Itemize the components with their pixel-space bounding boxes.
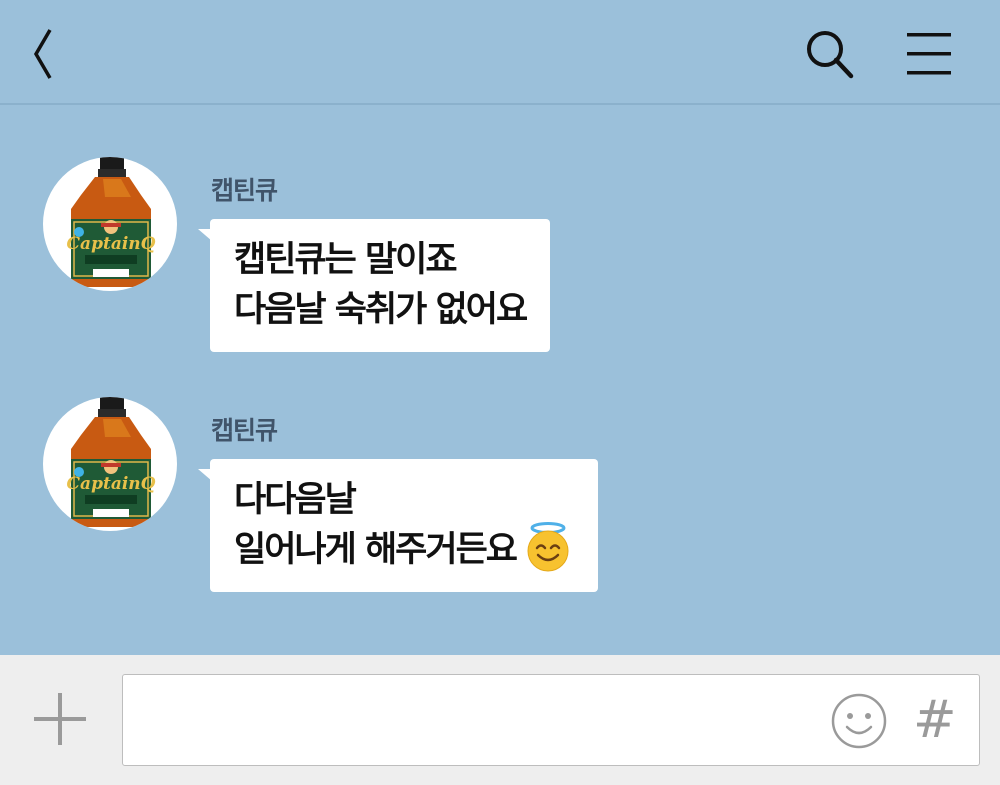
sender-name: 캡틴큐 <box>211 416 278 445</box>
captain-q-bottle-avatar: CaptainQ <box>67 157 156 287</box>
message-input-box[interactable]: # <box>122 674 980 766</box>
search-button[interactable] <box>803 27 857 81</box>
plus-icon <box>34 693 86 745</box>
smiling-face-with-halo-emoji <box>527 522 569 572</box>
captain-q-bottle-avatar: CaptainQ <box>67 397 156 527</box>
message-bubble[interactable]: 캡틴큐는 말이죠 다음날 숙취가 없어요 <box>197 219 551 352</box>
message-text-line: 캡틴큐는 말이죠 <box>234 240 458 280</box>
top-bar <box>0 0 1000 105</box>
back-button[interactable] <box>26 26 62 82</box>
hashtag-button[interactable]: # <box>913 689 957 751</box>
message-text-line: 다음날 숙취가 없어요 <box>234 290 528 330</box>
svg-text:CaptainQ: CaptainQ <box>67 234 156 254</box>
sender-avatar[interactable]: CaptainQ <box>43 397 177 531</box>
search-icon <box>807 31 854 79</box>
message-text: 일어나게 해주거든요 <box>234 530 518 570</box>
hamburger-menu-icon <box>907 33 951 75</box>
svg-text:CaptainQ: CaptainQ <box>67 474 156 494</box>
emoji-button[interactable] <box>830 692 888 750</box>
smiley-icon <box>831 693 887 749</box>
message-bubble[interactable]: 다다음날 일어나게 해주거든요 <box>198 459 598 592</box>
back-chevron-icon <box>33 29 52 79</box>
message-text-line: 일어나게 해주거든요 <box>234 522 574 577</box>
message-composer: # <box>0 655 1000 785</box>
sender-name: 캡틴큐 <box>211 176 278 205</box>
attach-button[interactable] <box>32 691 88 747</box>
menu-button[interactable] <box>902 30 958 78</box>
message-text-line: 다다음날 <box>234 480 357 520</box>
message-input[interactable] <box>137 695 821 747</box>
sender-avatar[interactable]: CaptainQ <box>43 157 177 291</box>
